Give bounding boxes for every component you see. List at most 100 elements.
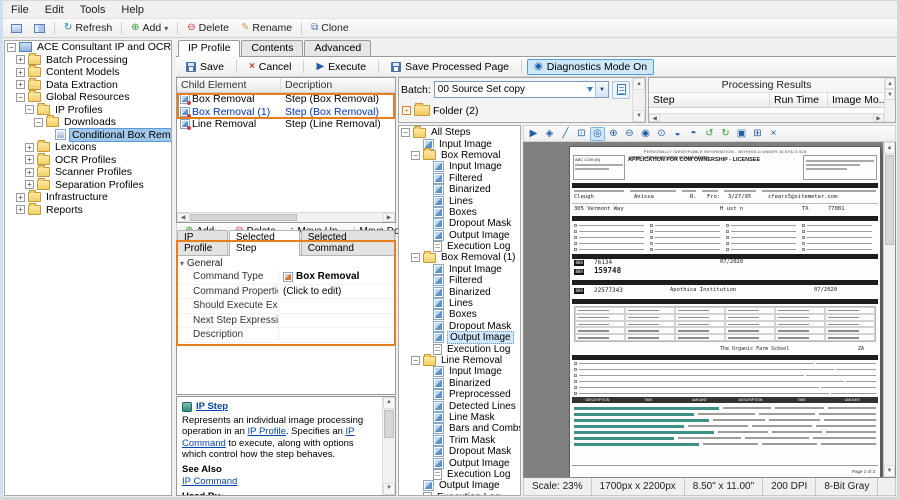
child-element-row[interactable]: Line Removal Step (Line Removal) (177, 118, 395, 131)
nav-tree-item[interactable]: Batch Processing (5, 54, 171, 67)
expander-icon[interactable] (25, 168, 34, 177)
document-tab[interactable]: Contents (241, 40, 303, 56)
expander-icon[interactable] (34, 118, 43, 127)
step-tree-item[interactable]: Trim Mask (399, 435, 520, 446)
add-button[interactable]: ⊕Add▾ (125, 20, 174, 36)
zoom-height-icon[interactable]: ◓ (686, 127, 701, 141)
zoom-window-icon[interactable]: ⊡ (574, 127, 589, 141)
view-layout-button[interactable] (5, 22, 28, 35)
scrollbar-thumb[interactable] (190, 214, 297, 221)
scroll-right-icon[interactable]: ▶ (873, 114, 884, 122)
batch-folder-item[interactable]: Folder (2) (399, 101, 632, 120)
expander-icon[interactable] (25, 143, 34, 152)
scroll-down-icon[interactable]: ▼ (884, 465, 895, 477)
scroll-left-icon[interactable]: ◀ (177, 213, 189, 222)
column-header-description[interactable]: Decription (281, 78, 395, 92)
scroll-down-icon[interactable]: ▼ (885, 89, 895, 100)
scroll-up-icon[interactable]: ▲ (884, 142, 895, 154)
nav-tree-item[interactable]: IP Profiles (5, 104, 171, 117)
zoom-fit-icon[interactable]: ⊙ (654, 127, 669, 141)
menu-item[interactable]: Edit (37, 3, 72, 17)
zoom-actual-icon[interactable]: ◉ (638, 127, 653, 141)
scroll-left-icon[interactable]: ◀ (649, 114, 660, 122)
step-tree-item[interactable]: Execution Log (399, 343, 520, 354)
step-tree-item[interactable]: Line Removal (399, 355, 520, 366)
expander-icon[interactable] (411, 151, 420, 160)
property-tab[interactable]: Selected Command (301, 230, 395, 255)
document-tab[interactable]: Advanced (304, 40, 371, 56)
expander-icon[interactable] (16, 68, 25, 77)
eyedropper-icon[interactable]: ╱ (558, 127, 573, 141)
expander-icon[interactable] (7, 43, 16, 52)
property-group-header[interactable]: ▾ General (177, 256, 395, 270)
scroll-right-icon[interactable]: ▶ (383, 213, 395, 222)
preview-vertical-scrollbar[interactable]: ▲ ▼ (883, 142, 895, 477)
save-button[interactable]: Save (179, 59, 231, 75)
save-image-icon[interactable]: ▣ (734, 127, 749, 141)
nav-tree-item[interactable]: ACE Consultant IP and OCR (5, 41, 171, 54)
preview-canvas[interactable]: PERSONALLY IDENTIFIABLE INFORMATION - WI… (523, 142, 896, 478)
scroll-up-icon[interactable]: ▲ (383, 397, 395, 409)
expander-icon[interactable] (16, 193, 25, 202)
save-processed-page-button[interactable]: Save Processed Page (384, 59, 516, 75)
step-tree-item[interactable]: Execution Log (399, 492, 520, 497)
expander-icon[interactable] (16, 55, 25, 64)
scrollbar-thumb[interactable] (885, 155, 894, 245)
step-tree-item[interactable]: Input Image (399, 138, 520, 149)
step-tree-item[interactable]: Dropout Mask (399, 446, 520, 457)
child-element-row[interactable]: Box Removal (1) Step (Box Removal) (177, 106, 395, 119)
delete-button[interactable]: ⊖Delete (181, 20, 235, 36)
ip-command-link[interactable]: IP Command (182, 476, 237, 488)
cancel-button[interactable]: ×Cancel (242, 59, 299, 75)
batch-combobox[interactable]: 00 Source Set copy ▼ (434, 81, 609, 98)
nav-tree-item[interactable]: OCR Profiles (5, 154, 171, 167)
batch-scrollbar[interactable]: ▲ ▼ (632, 78, 645, 122)
step-tree-item[interactable]: Input Image (399, 366, 520, 377)
step-tree-item[interactable]: Dropout Mask (399, 218, 520, 229)
step-tree-item[interactable]: Binarized (399, 184, 520, 195)
zoom-dynamic-icon[interactable]: ◎ (590, 127, 605, 141)
step-tree-item[interactable]: Output Image (399, 457, 520, 468)
step-tree-item[interactable]: Filtered (399, 275, 520, 286)
refresh-view-icon[interactable]: ↺ (702, 127, 717, 141)
expander-icon[interactable] (411, 356, 420, 365)
expander-icon[interactable] (402, 106, 411, 115)
column-header-run-time[interactable]: Run Time (770, 93, 828, 107)
expander-icon[interactable] (401, 128, 410, 137)
menu-item[interactable]: File (3, 3, 37, 17)
nav-tree-item[interactable]: Global Resources (5, 91, 171, 104)
step-tree-item[interactable]: Boxes (399, 207, 520, 218)
expander-icon[interactable] (16, 205, 25, 214)
step-tree-item[interactable]: Output Image (399, 332, 520, 343)
column-header-image-mode[interactable]: Image Mo... (828, 93, 884, 107)
step-tree-item[interactable]: Binarized (399, 378, 520, 389)
nav-tree-item[interactable]: Data Extraction (5, 79, 171, 92)
scroll-up-icon[interactable]: ▲ (633, 78, 645, 90)
step-tree-item[interactable]: Box Removal (1) (399, 252, 520, 263)
nav-tree-item[interactable]: Infrastructure (5, 191, 171, 204)
expander-icon[interactable] (25, 180, 34, 189)
property-row[interactable]: Next Step Expression (177, 314, 395, 329)
step-tree-item[interactable]: Lines (399, 195, 520, 206)
expander-icon[interactable] (25, 105, 34, 114)
property-row[interactable]: Should Execute Expression (177, 299, 395, 314)
view-panels-button[interactable] (28, 22, 51, 35)
step-tree-item[interactable]: Boxes (399, 309, 520, 320)
property-row[interactable]: Description (177, 328, 395, 343)
step-tree-item[interactable]: Binarized (399, 286, 520, 297)
scroll-down-icon[interactable]: ▼ (383, 483, 395, 495)
help-scrollbar[interactable]: ▲ ▼ (382, 397, 395, 495)
child-element-row[interactable]: Box Removal Step (Box Removal) (177, 93, 395, 106)
scroll-down-icon[interactable]: ▼ (633, 110, 645, 122)
close-preview-icon[interactable]: × (766, 127, 781, 141)
view-batch-button[interactable] (612, 81, 630, 99)
grid-icon[interactable]: ⊞ (750, 127, 765, 141)
expander-icon[interactable] (25, 155, 34, 164)
horizontal-scrollbar[interactable]: ◀ ▶ (177, 212, 395, 222)
step-tree-item[interactable]: Filtered (399, 173, 520, 184)
zoom-out-icon[interactable]: ⊖ (622, 127, 637, 141)
rename-button[interactable]: ✎Rename (235, 20, 298, 36)
step-tree-item[interactable]: Preprocessed (399, 389, 520, 400)
refresh-button[interactable]: ↻Refresh (58, 20, 118, 36)
document-tab[interactable]: IP Profile (178, 40, 240, 57)
